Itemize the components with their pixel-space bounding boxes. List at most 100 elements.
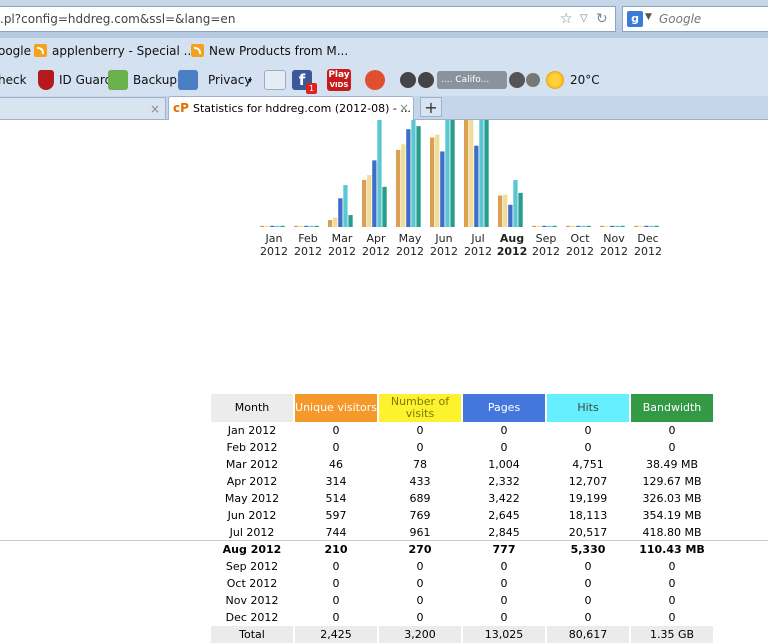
cell-unique: 597 (325, 509, 347, 522)
mail-icon[interactable] (264, 70, 286, 90)
cell-bandwidth: 0 (668, 577, 676, 590)
bar-hits-mar-2012 (343, 185, 348, 227)
volume-icon[interactable] (509, 72, 525, 88)
close-icon[interactable]: × (150, 102, 160, 116)
weather-temperature[interactable]: 20°C (570, 73, 600, 87)
cell-unique: 0 (332, 611, 340, 624)
history-dropdown-icon[interactable]: ▽ (580, 13, 588, 24)
year-label: 2012 (294, 245, 322, 258)
address-bar[interactable]: .pl?config=hddreg.com&ssl=&lang=en ☆ ▽ ↻ (0, 6, 616, 32)
cell-pages: 1,004 (488, 458, 520, 471)
table-row: Sep 2012 0 0 0 0 0 (211, 558, 713, 575)
bar-pages-mar-2012 (338, 198, 343, 227)
cell-pages: 777 (492, 543, 516, 556)
radio-play-icon[interactable] (400, 72, 416, 88)
cell-visits: 0 (416, 441, 424, 454)
cell-visits: 0 (416, 424, 424, 437)
check-button[interactable]: heck (0, 73, 27, 87)
cell-visits: 270 (408, 543, 432, 556)
bookmark-applenberry[interactable]: applenberry - Special ... (34, 44, 195, 58)
bar-unique-visitors-apr-2012 (362, 179, 367, 227)
tab-previous[interactable]: × (0, 97, 166, 119)
month-label: May (399, 232, 422, 245)
popcorn-icon[interactable] (365, 70, 385, 90)
cell-bandwidth: 0 (668, 424, 676, 437)
cell-visits: 961 (409, 526, 431, 539)
table-row: Dec 2012 0 0 0 0 0 (211, 609, 713, 626)
bookmark-star-icon[interactable]: ☆ (560, 11, 573, 27)
play-vids-label: Play (328, 70, 350, 80)
id-guard-button[interactable]: ID Guard (59, 73, 112, 87)
cell-month: Jul 2012 (229, 526, 275, 539)
year-label: 2012 (362, 245, 390, 258)
header-month: Month (211, 394, 293, 422)
search-box[interactable]: g ▼ Google (622, 6, 768, 32)
bar-hits-aug-2012 (513, 179, 518, 227)
tab-statistics[interactable]: cP Statistics for hddreg.com (2012-08) -… (168, 96, 414, 120)
navigation-bar: .pl?config=hddreg.com&ssl=&lang=en ☆ ▽ ↻… (0, 0, 768, 38)
month-label: Nov (603, 232, 625, 245)
cell-unique: 210 (324, 543, 348, 556)
bar-unique-visitors-mar-2012 (328, 220, 333, 227)
table-row: Nov 2012 0 0 0 0 0 (211, 592, 713, 609)
privacy-menu[interactable]: Privacy (208, 73, 251, 87)
bar-pages-apr-2012 (372, 160, 377, 227)
backup-button[interactable]: Backup (133, 73, 177, 87)
cell-hits: 0 (584, 441, 592, 454)
bar-number-of-visits-aug-2012 (503, 194, 508, 227)
cell-hits: 18,113 (568, 509, 608, 522)
cell-hits: 0 (584, 560, 592, 573)
search-placeholder[interactable]: Google (659, 12, 701, 26)
year-label: 2012 (600, 245, 628, 258)
radio-next-icon[interactable] (418, 72, 434, 88)
month-label: Sep (536, 232, 557, 245)
bar-unique-visitors-sep-2012 (532, 225, 537, 227)
year-label: 2012 (430, 245, 458, 258)
radio-settings-icon[interactable] (526, 73, 540, 87)
close-icon[interactable]: × (399, 101, 409, 115)
header-number-of-visits: Number of visits (379, 394, 461, 422)
url-text[interactable]: .pl?config=hddreg.com&ssl=&lang=en (0, 12, 235, 26)
bar-bandwidth-jul-2012 (484, 120, 489, 227)
bookmark-google[interactable]: oogle (0, 44, 31, 58)
table-row: Oct 2012 0 0 0 0 0 (211, 575, 713, 592)
play-vids-icon[interactable]: Play VIDS (327, 69, 351, 91)
table-row: Jun 2012 597 769 2,645 18,113 354.19 MB (211, 507, 713, 524)
search-engine-dropdown-icon[interactable]: ▼ (645, 12, 652, 22)
year-label: 2012 (497, 245, 528, 258)
cell-hits: 19,199 (568, 492, 608, 505)
bar-unique-visitors-feb-2012 (294, 225, 299, 227)
cell-month: May 2012 (224, 492, 280, 505)
radio-station-select[interactable]: .... Califo... (437, 71, 507, 89)
new-tab-button[interactable]: + (420, 97, 442, 117)
cell-month: Dec 2012 (225, 611, 279, 624)
total-visits: 3,200 (379, 626, 461, 643)
cell-bandwidth: 38.49 MB (645, 458, 699, 471)
google-icon[interactable]: g (627, 11, 643, 27)
total-pages: 13,025 (463, 626, 545, 643)
tab-title: Statistics for hddreg.com (2012-08) - ..… (193, 102, 411, 115)
header-hits: Hits (547, 394, 629, 422)
bar-number-of-visits-jun-2012 (435, 134, 440, 227)
weather-sun-icon (546, 71, 564, 89)
bar-pages-dec-2012 (644, 225, 649, 227)
reload-icon[interactable]: ↻ (596, 11, 608, 27)
bar-pages-nov-2012 (610, 225, 615, 227)
table-row: Apr 2012 314 433 2,332 12,707 129.67 MB (211, 473, 713, 490)
cell-month: Oct 2012 (226, 577, 278, 590)
cell-visits: 0 (416, 560, 424, 573)
cell-bandwidth: 0 (668, 611, 676, 624)
header-bandwidth: Bandwidth (631, 394, 713, 422)
month-label: Aug (500, 232, 524, 245)
play-vids-sublabel: VIDS (329, 81, 349, 89)
cell-pages: 0 (500, 594, 508, 607)
table-row: Feb 2012 0 0 0 0 0 (211, 439, 713, 456)
bookmark-new-products[interactable]: New Products from M... (191, 44, 348, 58)
monthly-history-chart: Jan2012Feb2012Mar2012Apr2012May2012Jun20… (260, 120, 662, 258)
addon-toolbar: heck ID Guard Backup Privacy ▾ f 1 Play V… (0, 66, 768, 96)
header-unique-visitors: Unique visitors (295, 394, 377, 422)
privacy-dropdown-icon[interactable]: ▾ (248, 76, 252, 85)
cell-bandwidth: 110.43 MB (639, 543, 705, 556)
cell-unique: 514 (325, 492, 347, 505)
bar-number-of-visits-jul-2012 (469, 120, 474, 227)
